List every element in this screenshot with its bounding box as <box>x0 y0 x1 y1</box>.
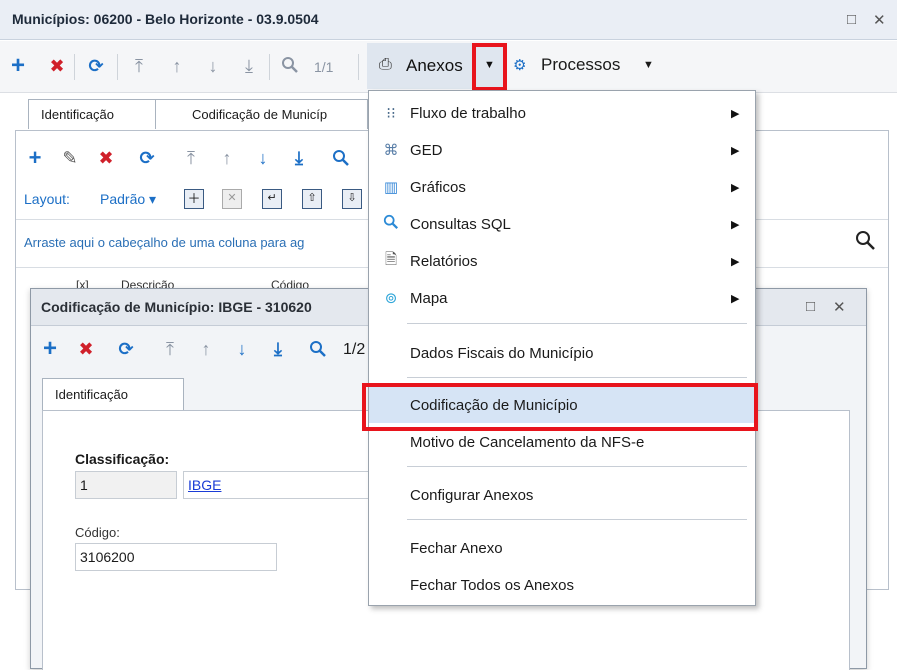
menu-separator <box>407 377 747 378</box>
gear-icon: ⚙ <box>513 57 527 74</box>
refresh-icon[interactable]: ⟳ <box>136 147 158 169</box>
codigo-field[interactable]: 3106200 <box>75 543 277 571</box>
anexos-label: Anexos <box>406 56 463 75</box>
menu-item-consultas-sql[interactable]: Consultas SQL ▶ <box>369 206 755 242</box>
next-record-icon[interactable]: ↓ <box>202 55 224 77</box>
first-record-icon[interactable]: ⤒ <box>128 55 150 77</box>
chevron-down-icon: ▼ <box>643 59 654 71</box>
tab-codificacao[interactable]: Codificação de Municíp <box>156 99 368 129</box>
codigo-label: Código: <box>75 525 120 540</box>
menu-item-ged[interactable]: ⌘ GED ▶ <box>369 132 755 168</box>
menu-separator <box>407 466 747 467</box>
last-record-icon[interactable]: ⤓ <box>267 338 289 360</box>
menu-item-fluxo[interactable]: ⁝⁝ Fluxo de trabalho ▶ <box>369 95 755 131</box>
delete-icon[interactable]: ✖ <box>75 338 97 360</box>
next-record-icon[interactable]: ↓ <box>252 147 274 169</box>
chart-icon: ▥ <box>383 179 399 196</box>
sub-window-title: Codificação de Município: IBGE - 310620 <box>41 299 312 315</box>
prev-record-icon[interactable]: ↑ <box>216 147 238 169</box>
last-record-icon[interactable]: ⤓ <box>288 147 310 169</box>
add-icon[interactable]: + <box>7 52 29 79</box>
classificacao-label: Classificação: <box>75 451 170 467</box>
page-counter: 1/2 <box>343 341 366 358</box>
page-counter: 1/1 <box>314 59 334 75</box>
tab-identificacao[interactable]: Identificação <box>28 99 156 129</box>
ged-icon: ⌘ <box>383 142 399 159</box>
menu-separator <box>407 323 747 324</box>
search-icon[interactable] <box>279 54 301 76</box>
anexos-dropdown-button[interactable]: ▼ <box>472 43 507 91</box>
classificacao-value: 1 <box>75 471 177 499</box>
close-icon[interactable]: ✕ <box>833 298 846 316</box>
first-record-icon[interactable]: ⤒ <box>180 147 202 169</box>
first-record-icon[interactable]: ⤒ <box>159 338 181 360</box>
menu-item-dados-fiscais[interactable]: Dados Fiscais do Município <box>369 335 755 371</box>
menu-item-graficos[interactable]: ▥ Gráficos ▶ <box>369 169 755 205</box>
expand-icon[interactable]: ＋ <box>184 189 204 209</box>
group-drag-hint: Arraste aqui o cabeçalho de uma coluna p… <box>24 235 305 250</box>
menu-item-mapa[interactable]: ⊚ Mapa ▶ <box>369 280 755 316</box>
save-layout-icon[interactable]: ↵ <box>262 189 282 209</box>
collapse-icon[interactable]: ✕ <box>222 189 242 209</box>
refresh-icon[interactable]: ⟳ <box>85 55 107 77</box>
close-icon[interactable]: ✕ <box>873 11 886 29</box>
selection-highlight <box>362 383 758 431</box>
search-icon[interactable] <box>307 338 329 360</box>
menu-item-fechar-todos[interactable]: Fechar Todos os Anexos <box>369 567 755 603</box>
layout-label: Layout: <box>24 191 70 207</box>
map-pin-icon: ⊚ <box>384 290 398 307</box>
layout-select[interactable]: Padrão ▾ <box>100 191 156 208</box>
menu-item-relatorios[interactable]: 🗎 Relatórios ▶ <box>369 243 755 279</box>
chevron-down-icon: ▼ <box>484 59 495 71</box>
search-icon <box>381 214 401 234</box>
ibge-link[interactable]: IBGE <box>188 477 221 493</box>
refresh-icon[interactable]: ⟳ <box>115 338 137 360</box>
anexos-menu: ⁝⁝ Fluxo de trabalho ▶ ⌘ GED ▶ ▥ Gráficos ▶… <box>368 90 756 606</box>
window-title: Municípios: 06200 - Belo Horizonte - 03.… <box>12 11 319 27</box>
import-icon[interactable]: ⇩ <box>342 189 362 209</box>
prev-record-icon[interactable]: ↑ <box>195 338 217 360</box>
delete-icon[interactable]: ✖ <box>95 147 117 169</box>
maximize-icon[interactable]: □ <box>806 298 815 315</box>
menu-item-fechar-anexo[interactable]: Fechar Anexo <box>369 530 755 566</box>
tab-identificacao[interactable]: Identificação <box>42 378 184 410</box>
menu-item-configurar-anexos[interactable]: Configurar Anexos <box>369 477 755 513</box>
paperclip-icon: ⎙ <box>379 56 392 73</box>
delete-icon[interactable]: ✖ <box>46 55 68 77</box>
edit-icon[interactable]: ✎ <box>59 147 81 169</box>
grid-search-icon[interactable] <box>854 229 876 254</box>
workflow-icon: ⁝⁝ <box>386 105 396 122</box>
prev-record-icon[interactable]: ↑ <box>166 55 188 77</box>
search-icon[interactable] <box>330 147 352 169</box>
add-icon[interactable]: + <box>39 335 61 362</box>
last-record-icon[interactable]: ⤓ <box>238 55 260 77</box>
maximize-icon[interactable]: □ <box>847 11 856 28</box>
window-titlebar: Municípios: 06200 - Belo Horizonte - 03.… <box>0 0 897 40</box>
classificacao-lookup[interactable]: IBGE <box>183 471 373 499</box>
processos-label: Processos <box>541 55 621 74</box>
report-icon: 🗎 <box>384 250 398 268</box>
menu-separator <box>407 519 747 520</box>
next-record-icon[interactable]: ↓ <box>231 338 253 360</box>
export-icon[interactable]: ⇧ <box>302 189 322 209</box>
add-icon[interactable]: + <box>24 145 46 170</box>
